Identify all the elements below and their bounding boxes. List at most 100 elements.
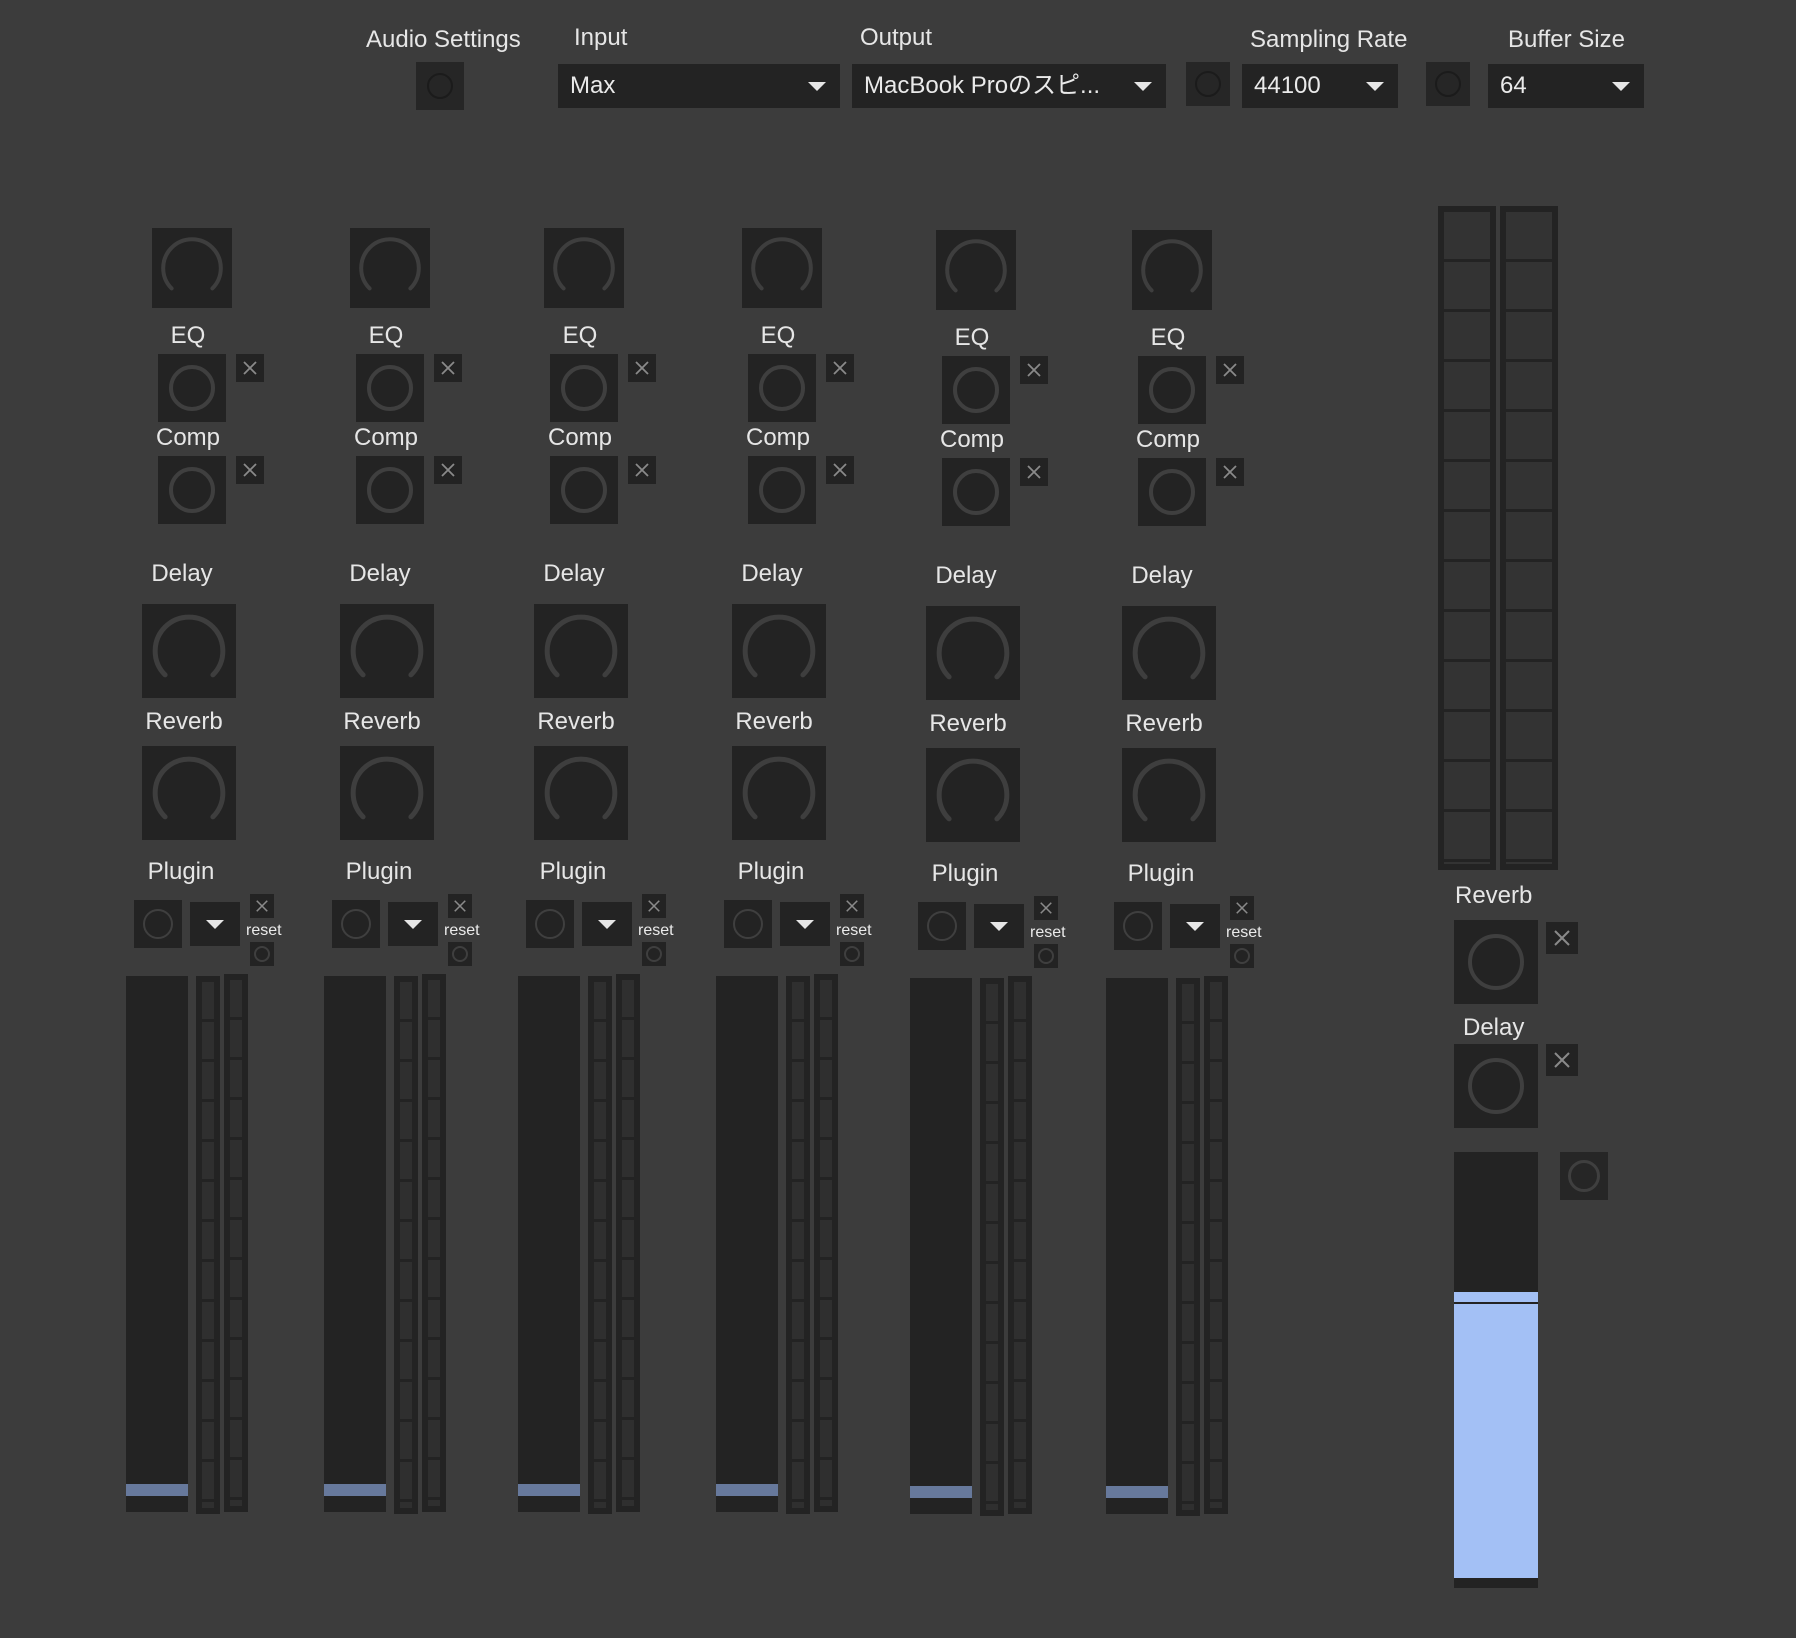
ch5-plugin-toggle[interactable] — [918, 902, 966, 950]
ch5-plugin-close[interactable] — [1034, 896, 1058, 920]
master-reverb-toggle[interactable] — [1454, 920, 1538, 1004]
ch1-fader-handle[interactable] — [126, 1484, 188, 1496]
ch3-plugin-toggle[interactable] — [526, 900, 574, 948]
ch4-reset-button[interactable] — [840, 942, 864, 966]
ch2-plugin-select[interactable] — [388, 902, 438, 946]
ch6-eq-close[interactable] — [1216, 356, 1244, 384]
ch3-fader-handle[interactable] — [518, 1484, 580, 1496]
ch1-delay-knob[interactable] — [142, 604, 236, 698]
ch1-comp-toggle[interactable] — [158, 456, 226, 524]
ch4-plugin-select[interactable] — [780, 902, 830, 946]
ch2-eq-toggle[interactable] — [356, 354, 424, 422]
ch3-reset-button[interactable] — [642, 942, 666, 966]
ch1-comp-close[interactable] — [236, 456, 264, 484]
ch6-comp-close[interactable] — [1216, 458, 1244, 486]
ch4-eq-toggle[interactable] — [748, 354, 816, 422]
ch5-reset-button[interactable] — [1034, 944, 1058, 968]
ch6-fader-handle[interactable] — [1106, 1486, 1168, 1498]
ch2-comp-close[interactable] — [434, 456, 462, 484]
ch1-reverb-knob[interactable] — [142, 746, 236, 840]
ch3-eq-close[interactable] — [628, 354, 656, 382]
ch1-eq-close[interactable] — [236, 354, 264, 382]
ch5-delay-knob[interactable] — [926, 606, 1020, 700]
ch5-fader[interactable] — [910, 978, 972, 1514]
ch2-fader-handle[interactable] — [324, 1484, 386, 1496]
ch5-eq-close[interactable] — [1020, 356, 1048, 384]
ch6-comp-toggle[interactable] — [1138, 458, 1206, 526]
ch5-plugin-select[interactable] — [974, 904, 1024, 948]
ch6-reverb-knob[interactable] — [1122, 748, 1216, 842]
ch2-plugin-toggle[interactable] — [332, 900, 380, 948]
ch6-plugin-close[interactable] — [1230, 896, 1254, 920]
ch3-gain-knob[interactable] — [544, 228, 624, 308]
ch3-comp-toggle[interactable] — [550, 456, 618, 524]
ch2-gain-knob[interactable] — [350, 228, 430, 308]
ch3-reverb-knob[interactable] — [534, 746, 628, 840]
audio-settings-toggle[interactable] — [416, 62, 464, 110]
ch3-delay-knob[interactable] — [534, 604, 628, 698]
ch1-plugin-toggle[interactable] — [134, 900, 182, 948]
ch6-fader[interactable] — [1106, 978, 1168, 1514]
ch5-reverb-knob[interactable] — [926, 748, 1020, 842]
ch1-meter-left — [196, 976, 220, 1514]
ch6-gain-knob[interactable] — [1132, 230, 1212, 310]
ch5-comp-close[interactable] — [1020, 458, 1048, 486]
ch2-eq-close[interactable] — [434, 354, 462, 382]
ch5-eq-toggle[interactable] — [942, 356, 1010, 424]
chevron-down-icon — [796, 920, 814, 929]
ch2-reverb-knob[interactable] — [340, 746, 434, 840]
circle-icon — [927, 911, 957, 941]
ch5-gain-knob[interactable] — [936, 230, 1016, 310]
ch6-eq-toggle[interactable] — [1138, 356, 1206, 424]
ch4-plugin-toggle[interactable] — [724, 900, 772, 948]
circle-icon — [1468, 934, 1524, 990]
ch3-plugin-close[interactable] — [642, 894, 666, 918]
ch2-plugin-close[interactable] — [448, 894, 472, 918]
ch1-plugin-close[interactable] — [250, 894, 274, 918]
ch3-eq-toggle[interactable] — [550, 354, 618, 422]
ch2-fader[interactable] — [324, 976, 386, 1512]
ch3-comp-close[interactable] — [628, 456, 656, 484]
sampling-rate-select[interactable]: 44100 — [1242, 64, 1398, 108]
ch4-fader[interactable] — [716, 976, 778, 1512]
master-delay-toggle[interactable] — [1454, 1044, 1538, 1128]
ch2-reset-button[interactable] — [448, 942, 472, 966]
master-toggle[interactable] — [1560, 1152, 1608, 1200]
ch4-plugin-label: Plugin — [737, 858, 805, 885]
ch4-gain-knob[interactable] — [742, 228, 822, 308]
ch4-fader-handle[interactable] — [716, 1484, 778, 1496]
circle-icon — [1123, 911, 1153, 941]
ch6-plugin-select[interactable] — [1170, 904, 1220, 948]
ch4-comp-close[interactable] — [826, 456, 854, 484]
ch6-plugin-toggle[interactable] — [1114, 902, 1162, 950]
ch1-gain-knob[interactable] — [152, 228, 232, 308]
ch5-fader-handle[interactable] — [910, 1486, 972, 1498]
ch4-plugin-close[interactable] — [840, 894, 864, 918]
master-fader[interactable] — [1454, 1152, 1538, 1588]
master-fader-handle[interactable] — [1454, 1302, 1538, 1304]
master-reverb-close[interactable] — [1546, 922, 1578, 954]
buffer-size-select[interactable]: 64 — [1488, 64, 1644, 108]
ch1-reset-button[interactable] — [250, 942, 274, 966]
sampling-rate-toggle[interactable] — [1186, 62, 1230, 106]
ch3-fader[interactable] — [518, 976, 580, 1512]
ch4-delay-knob[interactable] — [732, 604, 826, 698]
ch1-fader[interactable] — [126, 976, 188, 1512]
buffer-size-toggle[interactable] — [1426, 62, 1470, 106]
ch6-reset-button[interactable] — [1230, 944, 1254, 968]
ch3-plugin-select[interactable] — [582, 902, 632, 946]
ch5-comp-toggle[interactable] — [942, 458, 1010, 526]
ch2-comp-toggle[interactable] — [356, 456, 424, 524]
input-select[interactable]: Max — [558, 64, 840, 108]
circle-icon — [1568, 1160, 1600, 1192]
ch4-reverb-knob[interactable] — [732, 746, 826, 840]
ch6-delay-knob[interactable] — [1122, 606, 1216, 700]
ch1-plugin-select[interactable] — [190, 902, 240, 946]
ch2-delay-knob[interactable] — [340, 604, 434, 698]
ch4-comp-toggle[interactable] — [748, 456, 816, 524]
output-select[interactable]: MacBook Proのスピ... — [852, 64, 1166, 108]
ch4-eq-close[interactable] — [826, 354, 854, 382]
ch1-eq-toggle[interactable] — [158, 354, 226, 422]
master-delay-close[interactable] — [1546, 1044, 1578, 1076]
x-icon — [256, 900, 268, 912]
